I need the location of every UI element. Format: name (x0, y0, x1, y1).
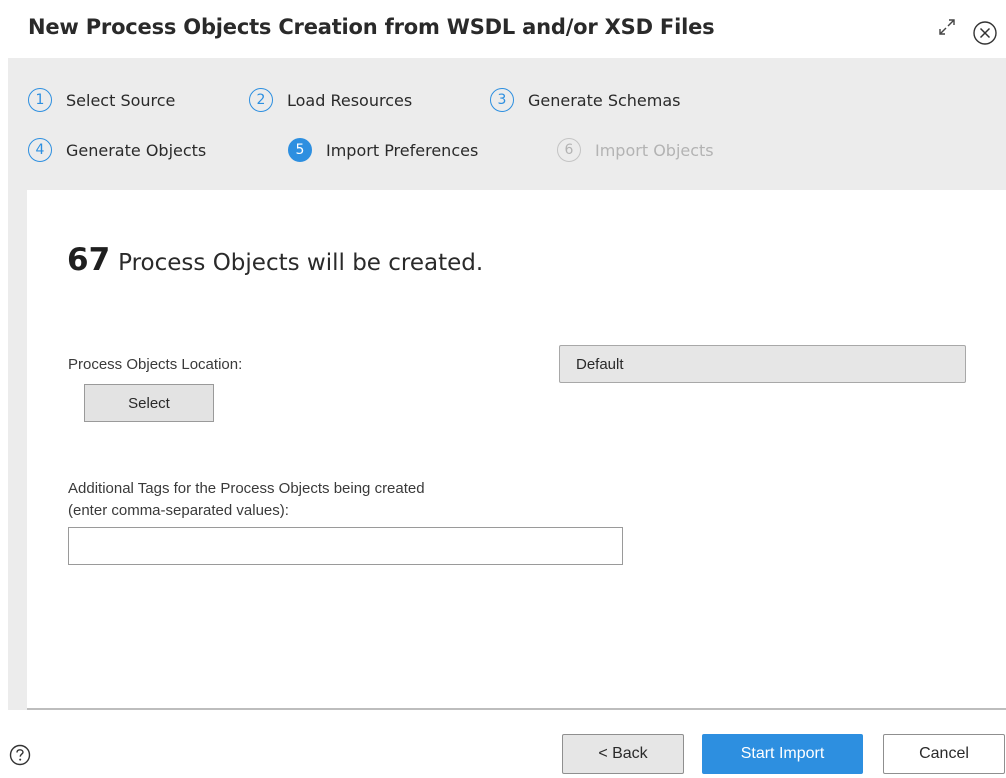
step-select-source[interactable]: 1 Select Source (28, 88, 175, 112)
wizard-steps: 1 Select Source 2 Load Resources 3 Gener… (8, 58, 1006, 190)
expand-icon[interactable] (932, 14, 960, 42)
step-number: 3 (490, 88, 514, 112)
objects-count: 67 (67, 242, 111, 278)
location-value-field: Default (559, 345, 966, 383)
step-number: 6 (557, 138, 581, 162)
content-side-strip (8, 190, 27, 710)
step-number: 5 (288, 138, 312, 162)
tags-input[interactable] (68, 527, 623, 565)
step-label: Generate Objects (66, 140, 207, 160)
tags-hint: (enter comma-separated values): (68, 502, 289, 519)
cancel-button[interactable]: Cancel (883, 734, 1005, 774)
step-generate-schemas[interactable]: 3 Generate Schemas (490, 88, 680, 112)
objects-summary-text: Process Objects will be created. (118, 250, 484, 276)
step-generate-objects[interactable]: 4 Generate Objects (28, 138, 206, 162)
location-label: Process Objects Location: (68, 356, 243, 373)
step-number: 1 (28, 88, 52, 112)
step-import-objects: 6 Import Objects (557, 138, 714, 162)
step-number: 2 (249, 88, 273, 112)
tags-label: Additional Tags for the Process Objects … (68, 480, 425, 497)
step-import-preferences[interactable]: 5 Import Preferences (288, 138, 478, 162)
close-circle-icon[interactable] (972, 20, 998, 46)
step-load-resources[interactable]: 2 Load Resources (249, 88, 412, 112)
select-location-button[interactable]: Select (84, 384, 214, 422)
step-number: 4 (28, 138, 52, 162)
start-import-button[interactable]: Start Import (702, 734, 863, 774)
step-label: Select Source (66, 90, 176, 110)
question-circle-icon[interactable] (9, 744, 31, 766)
step-label: Import Preferences (326, 140, 479, 160)
back-button[interactable]: < Back (562, 734, 684, 774)
step-label: Generate Schemas (528, 90, 681, 110)
dialog-header: New Process Objects Creation from WSDL a… (0, 0, 1006, 58)
dialog-title: New Process Objects Creation from WSDL a… (28, 15, 715, 39)
step-label: Load Resources (287, 90, 413, 110)
step-label: Import Objects (595, 140, 714, 160)
objects-summary: 67 Process Objects will be created. (67, 242, 483, 278)
